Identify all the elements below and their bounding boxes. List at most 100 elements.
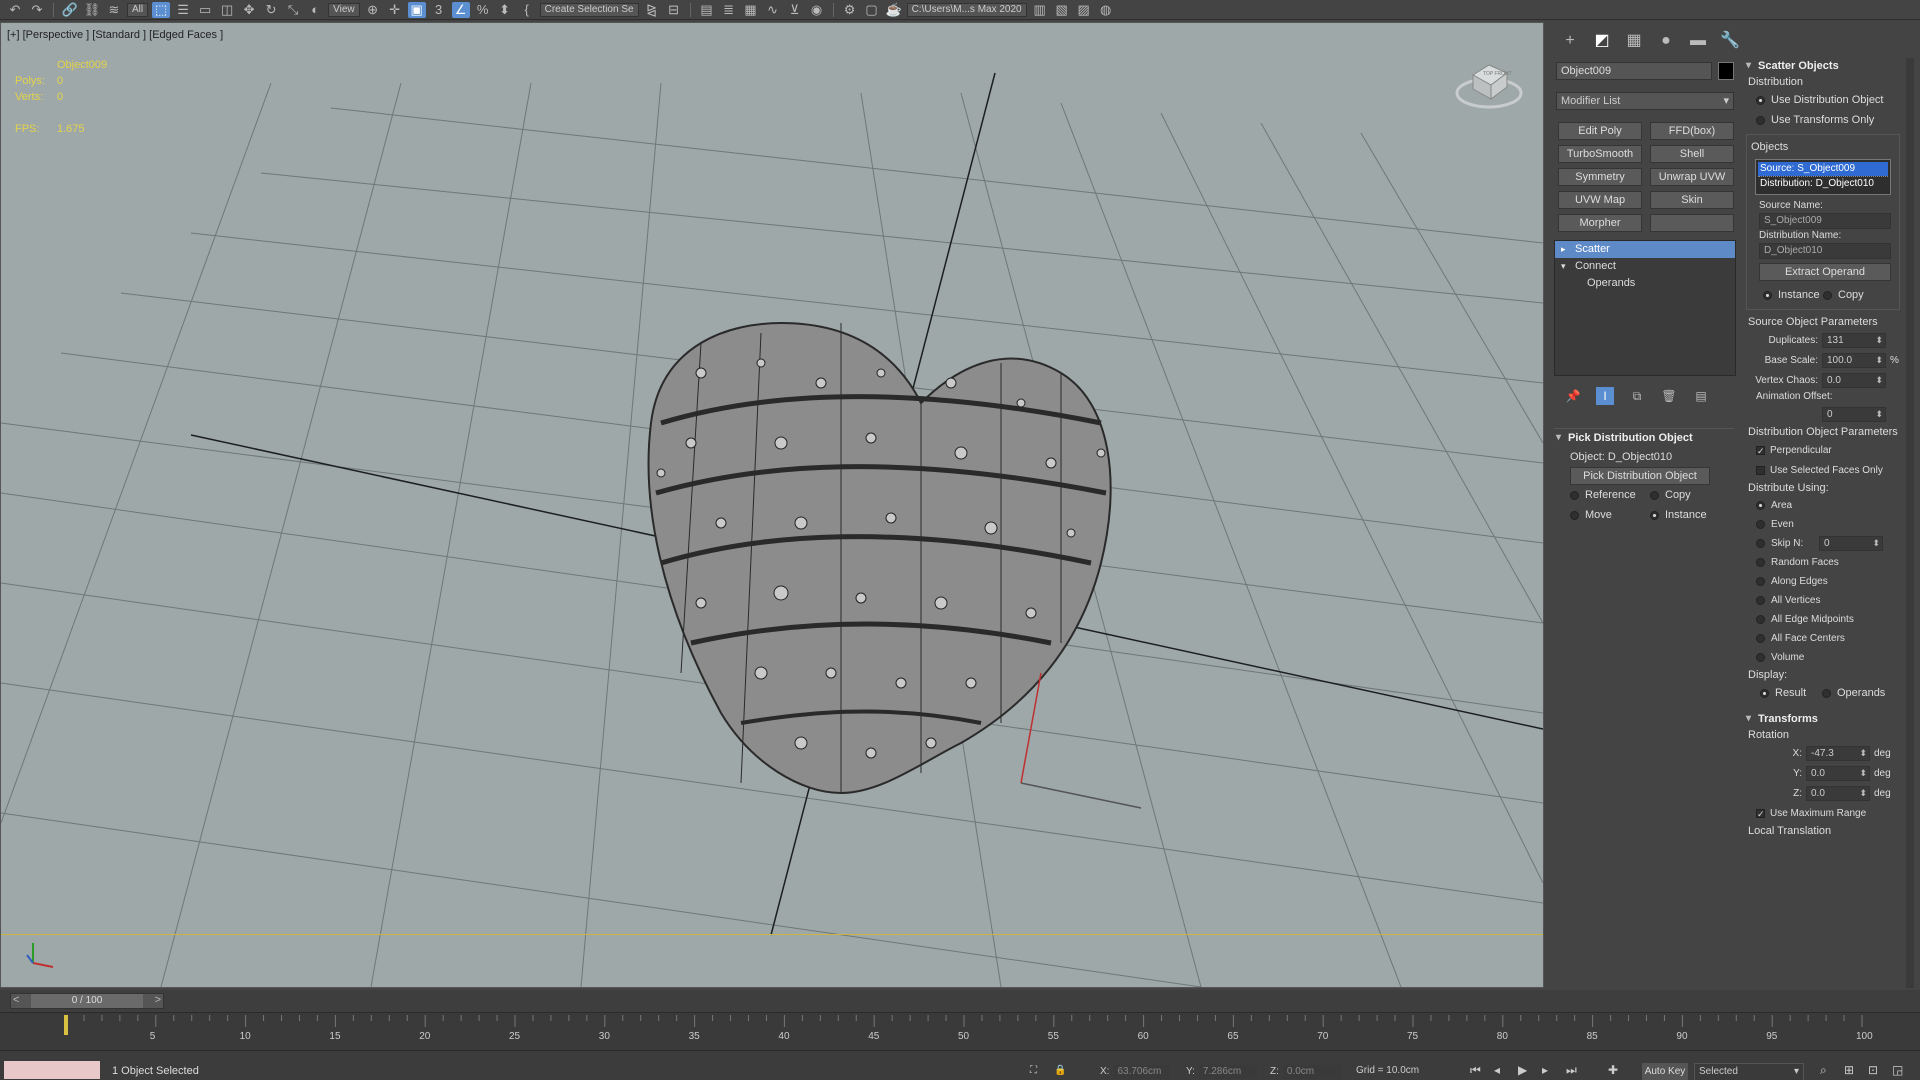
all-face-centers-radio[interactable]: All Face Centers bbox=[1744, 629, 1902, 648]
object-color-swatch[interactable] bbox=[1718, 62, 1734, 80]
use-transforms-radio[interactable]: Use Transforms Only bbox=[1744, 110, 1902, 130]
result-radio[interactable]: Result bbox=[1760, 687, 1822, 699]
stack-item-operands[interactable]: Operands bbox=[1555, 275, 1735, 292]
collapse-arrow-icon[interactable]: ▾ bbox=[1561, 258, 1566, 275]
align-icon[interactable]: ⊟ bbox=[665, 2, 683, 18]
hierarchy-tab-icon[interactable]: ▦ bbox=[1624, 31, 1644, 51]
x-field[interactable]: 63.706cm bbox=[1113, 1065, 1172, 1079]
reference-radio[interactable]: Reference bbox=[1570, 489, 1650, 501]
perspective-viewport[interactable]: [+] [Perspective ] [Standard ] [Edged Fa… bbox=[0, 22, 1544, 988]
layer-explorer-icon[interactable]: ≣ bbox=[720, 2, 738, 18]
bind-spacewarp-icon[interactable]: ≋ bbox=[105, 2, 123, 18]
y-field[interactable]: 7.286cm bbox=[1198, 1065, 1257, 1079]
snap-3d-icon[interactable]: 3 bbox=[430, 2, 448, 18]
previous-frame-icon[interactable]: < bbox=[13, 994, 19, 1006]
expand-arrow-icon[interactable]: ▸ bbox=[1561, 241, 1566, 258]
maxscript-listener[interactable] bbox=[4, 1061, 100, 1079]
percent-snap-icon[interactable]: % bbox=[474, 2, 492, 18]
rendered-frame-icon[interactable]: ▢ bbox=[863, 2, 881, 18]
motion-tab-icon[interactable]: ● bbox=[1656, 31, 1676, 51]
instance-radio[interactable]: Instance bbox=[1650, 509, 1730, 521]
window-crossing-icon[interactable]: ◫ bbox=[218, 2, 236, 18]
object-name-field[interactable]: Object009 bbox=[1556, 62, 1712, 80]
extract-operand-button[interactable]: Extract Operand bbox=[1759, 263, 1891, 281]
snaps-toggle-icon[interactable]: ▣ bbox=[407, 1, 426, 18]
angle-snap-icon[interactable]: ∠ bbox=[451, 1, 470, 18]
source-name-field[interactable]: S_Object009 bbox=[1759, 213, 1891, 229]
curve-editor-icon[interactable]: ∿ bbox=[764, 2, 782, 18]
area-radio[interactable]: Area bbox=[1744, 496, 1902, 515]
uvw-map-button[interactable]: UVW Map bbox=[1558, 191, 1642, 209]
unlink-icon[interactable]: ⛓ bbox=[83, 2, 101, 18]
empty-modifier-button[interactable] bbox=[1650, 214, 1734, 232]
use-max-range-checkbox[interactable]: ✓ Use Maximum Range bbox=[1744, 803, 1902, 823]
auto-key-button[interactable]: Auto Key bbox=[1642, 1063, 1688, 1080]
unwrap-uvw-button[interactable]: Unwrap UVW bbox=[1650, 168, 1734, 186]
zoom-icon[interactable]: ⌕ bbox=[1820, 1063, 1827, 1078]
track-bar[interactable]: 5 10 15 20 25 30 35 40 45 50 55 60 65 70 75 80 85 90 95 100 bbox=[0, 1012, 1920, 1050]
viewport-label-menu[interactable]: [+] [Perspective ] [Standard ] [Edged Fa… bbox=[7, 29, 223, 41]
skin-button[interactable]: Skin bbox=[1650, 191, 1734, 209]
select-by-name-icon[interactable]: ☰ bbox=[174, 2, 192, 18]
animation-offset-spinner[interactable]: 0 bbox=[1822, 406, 1886, 422]
random-faces-radio[interactable]: Random Faces bbox=[1744, 553, 1902, 572]
spinner-snap-icon[interactable]: ⬍ bbox=[496, 2, 514, 18]
edit-poly-button[interactable]: Edit Poly bbox=[1558, 122, 1642, 140]
previous-key-icon[interactable]: ◂ bbox=[1494, 1063, 1500, 1077]
ribbon-icon[interactable]: ▦ bbox=[742, 2, 760, 18]
zoom-extents-icon[interactable]: ⊡ bbox=[1868, 1063, 1878, 1077]
skip-n-radio[interactable]: Skip N: 0 bbox=[1744, 534, 1902, 553]
selection-filter-dropdown[interactable]: All bbox=[127, 2, 149, 17]
along-edges-radio[interactable]: Along Edges bbox=[1744, 572, 1902, 591]
copy-radio[interactable]: Copy bbox=[1650, 489, 1730, 501]
distribution-name-field[interactable]: D_Object010 bbox=[1759, 243, 1891, 259]
reference-coordinate-dropdown[interactable]: View bbox=[328, 2, 360, 17]
configure-modifier-sets-icon[interactable]: ▤ bbox=[1692, 387, 1710, 405]
rotation-x-spinner[interactable]: -47.3 bbox=[1806, 745, 1870, 761]
time-slider[interactable]: < 0 / 100 > bbox=[10, 993, 164, 1009]
list-item[interactable]: Source: S_Object009 bbox=[1758, 162, 1888, 176]
selection-set-dropdown[interactable]: Selected bbox=[1694, 1063, 1804, 1080]
create-tab-icon[interactable]: + bbox=[1560, 31, 1580, 51]
goto-start-icon[interactable]: ⏮ bbox=[1470, 1063, 1481, 1078]
select-object-icon[interactable]: ⬚ bbox=[152, 1, 171, 18]
utilities-tab-icon[interactable]: 🔧 bbox=[1720, 31, 1740, 51]
set-key-icon[interactable]: ✚ bbox=[1608, 1063, 1618, 1077]
copy-radio[interactable]: Copy bbox=[1823, 289, 1873, 301]
skip-n-spinner[interactable]: 0 bbox=[1819, 536, 1883, 551]
workspace-icon[interactable]: ▨ bbox=[1075, 2, 1093, 18]
redo-icon[interactable]: ↷ bbox=[28, 2, 46, 18]
symmetry-button[interactable]: Symmetry bbox=[1558, 168, 1642, 186]
stack-item-connect[interactable]: ▾ Connect bbox=[1555, 258, 1735, 275]
command-panel-scrollbar[interactable] bbox=[1906, 58, 1914, 988]
sign-in-icon[interactable]: ◍ bbox=[1097, 2, 1115, 18]
project-folder-icon[interactable]: ▧ bbox=[1053, 2, 1071, 18]
goto-end-icon[interactable]: ⏭ bbox=[1566, 1063, 1577, 1078]
viewcube-icon[interactable]: TOP FRONT bbox=[1453, 53, 1525, 113]
vertex-chaos-spinner[interactable]: 0.0 bbox=[1822, 372, 1886, 388]
objects-list[interactable]: Source: S_Object009 Distribution: D_Obje… bbox=[1755, 159, 1891, 195]
stack-item-scatter[interactable]: ▸ Scatter bbox=[1555, 241, 1735, 258]
list-item[interactable]: Distribution: D_Object010 bbox=[1758, 176, 1888, 190]
use-distribution-radio[interactable]: Use Distribution Object bbox=[1744, 90, 1902, 110]
move-radio[interactable]: Move bbox=[1570, 509, 1650, 521]
pick-distribution-title[interactable]: Pick Distribution Object bbox=[1554, 429, 1734, 447]
move-icon[interactable]: ✥ bbox=[240, 2, 258, 18]
turbosmooth-button[interactable]: TurboSmooth bbox=[1558, 145, 1642, 163]
set-project-icon[interactable]: ▥ bbox=[1031, 2, 1049, 18]
named-selection-dropdown[interactable]: Create Selection Se bbox=[539, 2, 639, 17]
operands-radio[interactable]: Operands bbox=[1822, 687, 1892, 699]
next-key-icon[interactable]: ▸ bbox=[1542, 1063, 1548, 1077]
scale-icon[interactable]: ⤡ bbox=[284, 2, 302, 18]
make-unique-icon[interactable]: ⧉ bbox=[1628, 387, 1646, 405]
isolate-icon[interactable]: ⛶ bbox=[1030, 1065, 1037, 1076]
scatter-objects-title[interactable]: Scatter Objects bbox=[1744, 58, 1902, 74]
modifier-list-dropdown[interactable]: Modifier List bbox=[1556, 92, 1734, 110]
ffd-box-button[interactable]: FFD(box) bbox=[1650, 122, 1734, 140]
z-field[interactable]: 0.0cm bbox=[1282, 1065, 1341, 1079]
keyboard-shortcut-icon[interactable]: ✛ bbox=[386, 2, 404, 18]
mirror-icon[interactable]: ⧎ bbox=[643, 2, 661, 18]
transforms-title[interactable]: Transforms bbox=[1744, 711, 1902, 727]
all-edge-midpoints-radio[interactable]: All Edge Midpoints bbox=[1744, 610, 1902, 629]
duplicates-spinner[interactable]: 131 bbox=[1822, 332, 1886, 348]
